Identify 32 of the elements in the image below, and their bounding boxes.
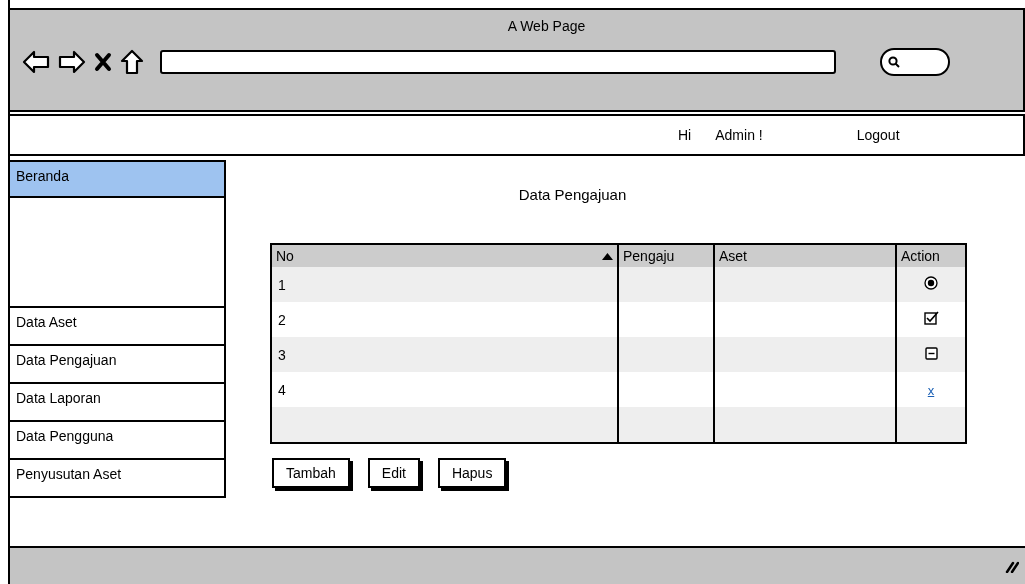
sidebar-item[interactable]: Data Laporan xyxy=(10,384,226,422)
checkbox[interactable] xyxy=(923,310,939,326)
sidebar-item[interactable]: Data Aset xyxy=(10,308,226,346)
table-cell: 3 xyxy=(271,337,618,372)
column-header[interactable]: No xyxy=(271,244,618,267)
column-header[interactable]: Action xyxy=(896,244,966,267)
collapse-icon[interactable] xyxy=(924,346,938,360)
back-icon[interactable] xyxy=(22,50,50,74)
sidebar-item[interactable]: Penyusutan Aset xyxy=(10,460,226,498)
action-button[interactable]: Edit xyxy=(367,458,420,488)
sidebar-item[interactable]: Data Pengajuan xyxy=(10,346,226,384)
radio-button[interactable] xyxy=(924,276,938,290)
search-field[interactable] xyxy=(880,48,950,76)
action-button[interactable]: Tambah xyxy=(272,458,350,488)
home-icon[interactable] xyxy=(120,49,144,75)
address-field[interactable] xyxy=(160,50,836,74)
delete-link[interactable]: x xyxy=(927,382,935,398)
action-button[interactable]: Hapus xyxy=(437,458,507,488)
column-header[interactable]: Pengaju xyxy=(618,244,714,267)
search-icon xyxy=(888,56,900,68)
greeting-text: Hi xyxy=(678,127,692,143)
window-title: A Web Page xyxy=(507,18,586,34)
table-cell: 1 xyxy=(271,267,618,302)
sidebar-item[interactable]: Beranda xyxy=(10,160,226,198)
sidebar-item[interactable]: Data Pengguna xyxy=(10,422,226,460)
close-icon[interactable] xyxy=(94,52,112,72)
resize-grip-icon[interactable] xyxy=(1005,559,1019,573)
logout-link[interactable]: Logout xyxy=(856,127,900,143)
column-header[interactable]: Aset xyxy=(714,244,896,267)
page-title: Data Pengajuan xyxy=(518,186,627,203)
user-name: Admin ! xyxy=(715,127,763,143)
forward-icon[interactable] xyxy=(58,50,86,74)
